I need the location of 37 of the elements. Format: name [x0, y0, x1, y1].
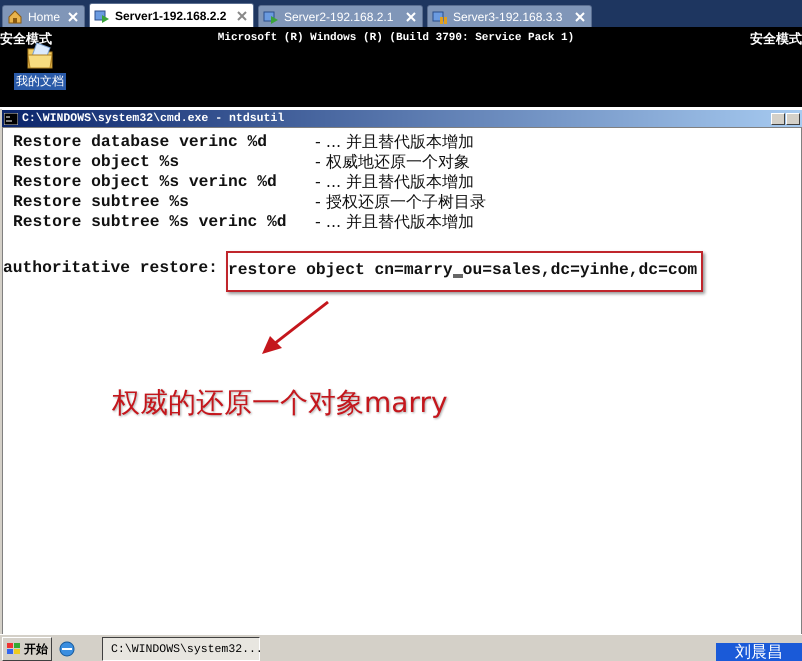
desktop-icon-label[interactable]: 我的文档	[14, 73, 66, 90]
command-text: restore object cn=marry	[228, 260, 453, 280]
safe-mode-label: 安全模式	[0, 30, 52, 48]
close-icon[interactable]	[237, 10, 247, 20]
text-cursor	[452, 274, 463, 278]
console-command: Restore subtree %s	[13, 192, 190, 212]
console-description: - ... 并且替代版本增加	[315, 212, 474, 232]
home-icon	[7, 8, 23, 24]
maximize-button[interactable]	[786, 112, 800, 124]
tab[interactable]: Server1-192.168.2.2	[89, 3, 254, 27]
windows-version-text: Microsoft (R) Windows (R) (Build 3790: Service Pack 1)	[218, 30, 574, 46]
virtual-machine-icon	[263, 8, 279, 24]
tab-label: Home	[28, 10, 60, 24]
virtual-machine-icon	[94, 8, 110, 24]
tab-label: Server1-192.168.2.2	[115, 8, 226, 22]
console-command: Restore subtree %s verinc %d	[13, 212, 288, 232]
annotation-text: 权威的还原一个对象marry	[112, 385, 449, 421]
prompt: authoritative restore:	[3, 258, 218, 278]
taskbar-button[interactable]: C:\WINDOWS\system32...	[102, 637, 260, 661]
command-text: ou=sales,dc=yinhe,dc=com	[462, 260, 698, 280]
console-command: Restore object %s verinc %d	[13, 172, 278, 192]
minimize-button[interactable]	[771, 112, 785, 124]
start-button[interactable]: 开始	[2, 637, 52, 661]
safe-mode-label: 安全模式	[750, 30, 802, 48]
tab-label: Server3-192.168.3.3	[453, 10, 562, 24]
console-description: - ... 并且替代版本增加	[315, 172, 474, 192]
console-description: - 授权还原一个子树目录	[315, 192, 486, 212]
console-command: Restore object %s	[13, 152, 180, 172]
console-description: - ... 并且替代版本增加	[315, 132, 474, 152]
tab-label: Server2-192.168.2.1	[284, 10, 394, 24]
console-description: - 权威地还原一个对象	[315, 152, 470, 172]
paused-machine-icon	[432, 8, 448, 24]
window-title: C:\WINDOWS\system32\cmd.exe - ntdsutil	[22, 112, 284, 125]
console-command: Restore database verinc %d	[13, 132, 268, 152]
windows-logo-icon	[6, 642, 22, 656]
annotation-arrow	[262, 300, 329, 354]
user-label: 刘晨昌	[716, 643, 802, 661]
